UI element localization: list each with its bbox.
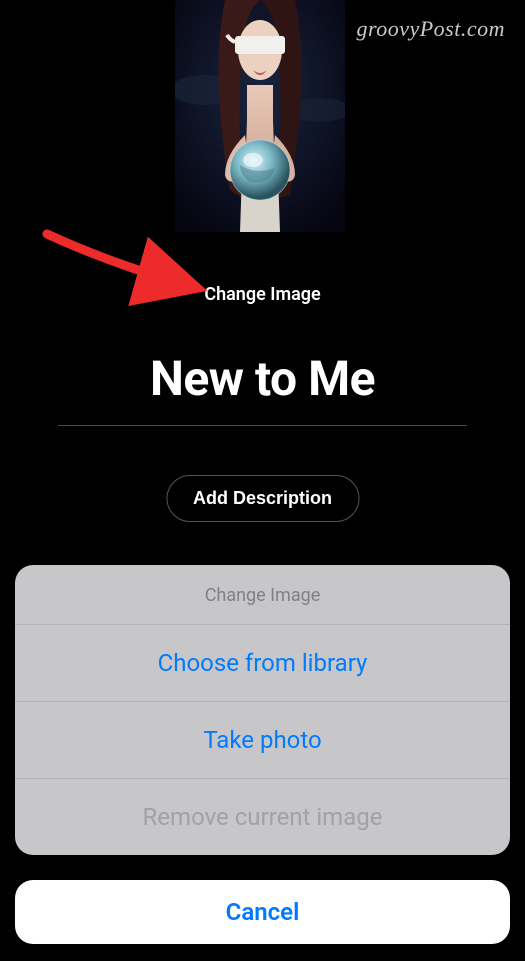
- playlist-title-field[interactable]: New to Me: [58, 350, 467, 426]
- cancel-button[interactable]: Cancel: [15, 880, 510, 944]
- take-photo-option[interactable]: Take photo: [15, 702, 510, 778]
- playlist-cover-image[interactable]: [175, 0, 345, 232]
- action-sheet-title: Change Image: [15, 565, 510, 624]
- watermark-text: groovyPost.com: [356, 16, 505, 42]
- edit-playlist-screen: groovyPost.com: [0, 0, 525, 961]
- add-description-button[interactable]: Add Description: [166, 475, 359, 522]
- choose-from-library-option[interactable]: Choose from library: [15, 625, 510, 701]
- title-underline: [58, 425, 467, 426]
- remove-current-image-option[interactable]: Remove current image: [15, 779, 510, 855]
- action-sheet: Change Image Choose from library Take ph…: [15, 565, 510, 855]
- annotation-arrow: [42, 224, 202, 304]
- playlist-title-text: New to Me: [58, 350, 467, 407]
